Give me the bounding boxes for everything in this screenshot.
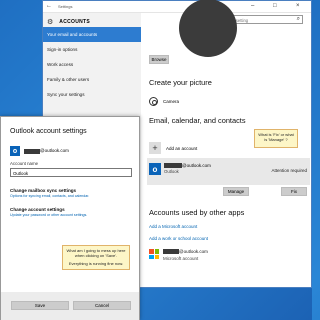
minimize-icon[interactable]: – [251,3,254,9]
fix-button[interactable]: Fix [281,187,307,196]
account-type: Outlook [164,169,179,174]
sync-settings-sub: Options for syncing email, contacts, and… [10,194,90,198]
gear-icon: ⚙ [47,18,54,26]
camera-option[interactable]: Camera [149,97,179,106]
camera-icon [149,97,158,106]
outlook-icon: o [149,163,161,175]
maximize-icon[interactable]: □ [273,3,277,9]
account-settings-link[interactable]: Change account settings [10,207,65,212]
logo-square-red [149,249,154,254]
attention-status: Attention required [271,168,307,173]
sync-settings-link[interactable]: Change mailbox sync settings [10,188,76,193]
nav-item-family[interactable]: Family & other users [43,72,141,87]
section-title: ACCOUNTS [59,18,91,25]
redacted-name [164,163,182,169]
outlook-icon: o [10,146,20,156]
outlook-settings-dialog: Outlook account settings o @outlook.com … [0,116,140,320]
dialog-title: Outlook account settings [10,128,87,135]
account-name-label: Account name [10,161,39,166]
other-apps-heading: Accounts used by other apps [149,208,245,217]
nav-item-work-access[interactable]: Work access [43,57,141,72]
microsoft-logo-icon [149,249,159,259]
add-work-account-link[interactable]: Add a work or school account [149,236,208,241]
back-arrow-icon[interactable]: ← [46,3,52,9]
redacted-name [163,249,179,255]
dialog-footer: Save Cancel [1,292,139,320]
nav-item-email-accounts[interactable]: Your email and accounts [43,27,141,42]
ms-account-type: Microsoft account [163,256,199,261]
logo-square-green [154,249,159,254]
note-line-2: Everything is running fine now. [68,260,124,266]
dialog-account-email: @outlook.com [24,148,69,154]
nav-item-sign-in[interactable]: Sign-in options [43,42,141,57]
dialog-account: o @outlook.com [10,146,69,156]
avatar [179,0,237,57]
nav-item-sync[interactable]: Sync your settings [43,87,141,102]
browse-button[interactable]: Browse [149,55,169,64]
logo-square-blue [149,254,154,259]
add-account-button[interactable]: + Add an account [149,142,197,154]
manage-button[interactable]: Manage [223,187,249,196]
title-bar: ← Settings – □ × [43,1,311,13]
add-microsoft-account-link[interactable]: Add a Microsoft account [149,224,197,229]
save-button[interactable]: Save [11,301,69,310]
create-picture-heading: Create your picture [149,78,212,87]
plus-icon: + [149,142,161,154]
account-name-field[interactable]: Outlook [10,168,132,177]
window-title: Settings [58,4,73,9]
email-accounts-heading: Email, calendar, and contacts [149,116,246,125]
sidebar-header: ⚙ ACCOUNTS [43,13,141,27]
note-line-1: What am I going to mess up here when cli… [66,248,126,259]
ms-account-email[interactable]: @outlook.com [163,249,208,255]
close-icon[interactable]: × [296,3,300,9]
annotation-save-note: What am I going to mess up here when cli… [62,245,130,270]
annotation-fix-note: What is 'Fix' or what is 'Manage' ? [254,129,298,148]
account-settings-sub: Update your password or other account se… [10,213,88,217]
camera-label: Camera [163,99,180,104]
account-email: @outlook.com [164,163,211,169]
add-account-label: Add an account [166,145,198,151]
logo-square-yellow [154,254,159,259]
main-content: Browse Create your picture Camera Email,… [147,0,310,287]
outlook-account-row[interactable]: o @outlook.com Outlook Attention require… [147,158,310,185]
cancel-button[interactable]: Cancel [73,301,131,310]
redacted-name [24,148,40,154]
